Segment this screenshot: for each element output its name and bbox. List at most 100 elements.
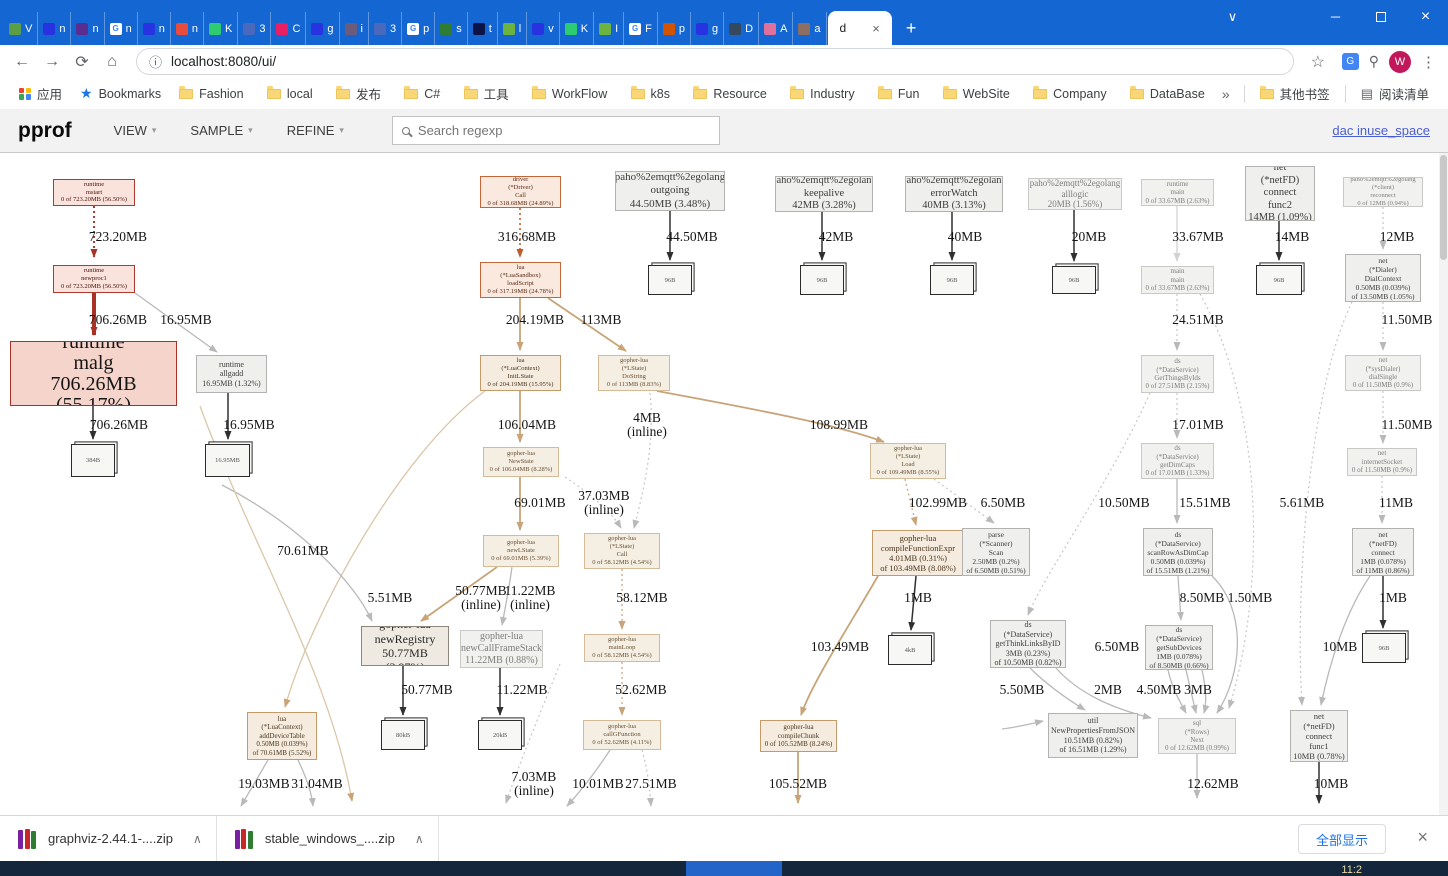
- graph-node-driver-call[interactable]: driver(*Driver)Call0 of 318.68MB (24.89%…: [480, 176, 561, 208]
- reading-list[interactable]: ▤ 阅读清单: [1352, 80, 1438, 107]
- graph-node-ds-getthingsbyids[interactable]: ds(*DataService)GetThingsByIds0 of 27.51…: [1141, 355, 1214, 393]
- graph-node-net-dialcontext[interactable]: net(*Dialer)DialContext0.50MB (0.039%)of…: [1345, 254, 1421, 302]
- graph-node-ds-scanrowasdimcap[interactable]: ds(*DataService)scanRowAsDimCap0.50MB (0…: [1143, 528, 1213, 576]
- browser-tab[interactable]: I: [594, 12, 624, 45]
- graph-node-lua-initlstate[interactable]: lua(*LuaContext)InitLState0 of 204.19MB …: [480, 355, 561, 391]
- graph-node-gopher-dostring[interactable]: gopher-lua(*LState)DoString0 of 113MB (8…: [598, 355, 670, 391]
- active-tab[interactable]: d ×: [828, 11, 892, 45]
- download-item[interactable]: graphviz-2.44.1-....zip∧: [0, 816, 217, 861]
- bookmark-folder[interactable]: Industry: [781, 83, 863, 105]
- bookmark-folder[interactable]: 发布: [327, 80, 390, 107]
- download-chevron-icon[interactable]: ∧: [415, 832, 424, 846]
- graph-node-paho-alllogic[interactable]: paho%2emqtt%2egolangalllogic20MB (1.56%): [1028, 178, 1122, 210]
- new-tab-button[interactable]: +: [906, 19, 917, 37]
- graph-node-runtime-newproc1[interactable]: runtimenewproc10 of 723.20MB (56.50%): [53, 265, 135, 293]
- home-button[interactable]: ⌂: [98, 48, 126, 76]
- graph-node-gopher-newstate[interactable]: gopher-luaNewState0 of 106.04MB (8.28%): [483, 447, 559, 477]
- windows-taskbar[interactable]: 11:2: [0, 861, 1448, 876]
- browser-tab[interactable]: n: [71, 12, 104, 45]
- download-item[interactable]: stable_windows_....zip∧: [217, 816, 439, 861]
- graph-node-sql-rows-next[interactable]: sql(*Rows)Next0 of 12.62MB (0.99%): [1158, 718, 1236, 754]
- browser-tab[interactable]: g: [691, 12, 724, 45]
- graph-sink-node[interactable]: 96B: [930, 265, 974, 295]
- graph-node-gopher-lstate-call[interactable]: gopher-lua(*LState)Call0 of 58.12MB (4.5…: [584, 533, 660, 569]
- graph-node-runtime-allgadd[interactable]: runtimeallgadd16.95MB (1.32%): [196, 355, 267, 393]
- scrollbar-thumb[interactable]: [1440, 155, 1447, 260]
- graph-node-runtime-malg[interactable]: runtimemalg706.26MB (55.17%): [10, 341, 177, 406]
- browser-tab[interactable]: t: [468, 12, 498, 45]
- bookmarks-shortcut[interactable]: ★ Bookmarks: [71, 81, 170, 106]
- reload-button[interactable]: ⟳: [68, 48, 96, 76]
- bookmark-folder[interactable]: 工具: [455, 80, 518, 107]
- forward-button[interactable]: →: [38, 48, 66, 76]
- browser-tab[interactable]: n: [138, 12, 171, 45]
- bookmark-folder[interactable]: k8s: [622, 83, 679, 105]
- browser-tab[interactable]: i: [340, 12, 369, 45]
- graph-node-runtime-main[interactable]: runtimemain0 of 33.67MB (2.63%): [1141, 179, 1214, 206]
- graph-node-paho-errorwatch[interactable]: paho%2emqtt%2egolangerrorWatch40MB (3.13…: [905, 176, 1003, 212]
- graph-node-net-netfd-connect[interactable]: net(*netFD)connect1MB (0.078%)of 11MB (0…: [1352, 528, 1414, 576]
- bookmark-folder[interactable]: Fun: [869, 83, 929, 105]
- browser-tab[interactable]: p: [658, 12, 691, 45]
- bookmark-folder[interactable]: WorkFlow: [523, 83, 616, 105]
- browser-tab[interactable]: n: [38, 12, 71, 45]
- graph-sink-node[interactable]: 96B: [648, 265, 692, 295]
- graph-sink-node[interactable]: 384B: [71, 444, 115, 477]
- browser-tab[interactable]: K: [560, 12, 594, 45]
- bookmark-folder[interactable]: Company: [1024, 83, 1116, 105]
- graph-node-paho-outgoing[interactable]: paho%2emqtt%2egolangoutgoing44.50MB (3.4…: [615, 171, 725, 211]
- browser-tab[interactable]: l: [498, 12, 527, 45]
- other-bookmarks[interactable]: 其他书签: [1251, 80, 1339, 107]
- bookmark-folder[interactable]: C#: [395, 83, 449, 105]
- graph-node-main-main[interactable]: mainmain0 of 33.67MB (2.63%): [1141, 266, 1214, 294]
- browser-tab[interactable]: n: [171, 12, 204, 45]
- translate-icon[interactable]: G: [1342, 53, 1359, 70]
- menu-refine[interactable]: REFINE▾: [287, 123, 344, 138]
- page-scrollbar[interactable]: [1439, 153, 1448, 815]
- browser-tab[interactable]: g: [306, 12, 339, 45]
- apps-shortcut[interactable]: 应用: [10, 80, 71, 107]
- graph-node-net-connect-func2[interactable]: net(*netFD)connectfunc214MB (1.09%): [1245, 166, 1315, 221]
- close-download-bar-icon[interactable]: ×: [1417, 828, 1428, 846]
- graph-node-net-connect-func1[interactable]: net(*netFD)connectfunc110MB (0.78%): [1290, 710, 1348, 762]
- graph-node-gopher-mainloop[interactable]: gopher-luamainLoop0 of 58.12MB (4.54%): [584, 634, 660, 662]
- profile-name-link[interactable]: dac inuse_space: [1332, 123, 1430, 138]
- browser-tab[interactable]: Gn: [105, 12, 138, 45]
- graph-sink-node[interactable]: 96B: [800, 265, 844, 295]
- graph-node-net-internetsocket[interactable]: netinternetSocket0 of 11.50MB (0.9%): [1347, 448, 1417, 476]
- browser-tab[interactable]: 3: [369, 12, 402, 45]
- browser-tab[interactable]: Gp: [402, 12, 435, 45]
- show-all-downloads-button[interactable]: 全部显示: [1298, 824, 1386, 854]
- browser-tab[interactable]: s: [435, 12, 468, 45]
- graph-node-util-newpropertiesfromjson[interactable]: utilNewPropertiesFromJSON10.51MB (0.82%)…: [1048, 713, 1138, 758]
- extensions-icon[interactable]: ⚲: [1369, 53, 1379, 70]
- back-button[interactable]: ←: [8, 48, 36, 76]
- menu-sample[interactable]: SAMPLE▾: [190, 123, 252, 138]
- graph-sink-node[interactable]: 16.95MB: [205, 444, 250, 477]
- close-window-button[interactable]: ×: [1403, 0, 1448, 33]
- browser-tab[interactable]: a: [793, 12, 826, 45]
- graph-node-ds-getdimcaps[interactable]: ds(*DataService)getDimCaps0 of 17.01MB (…: [1141, 443, 1214, 479]
- browser-tab[interactable]: GF: [624, 12, 658, 45]
- graph-node-paho-reconnect[interactable]: paho%2emqtt%2egolang(*client)reconnect0 …: [1343, 177, 1423, 207]
- bookmark-folder[interactable]: Resource: [684, 83, 776, 105]
- graph-node-lua-adddevicetable[interactable]: lua(*LuaContext)addDeviceTable0.50MB (0.…: [247, 712, 317, 760]
- graph-node-gopher-compilefunctionexpr[interactable]: gopher-luacompileFunctionExpr4.01MB (0.3…: [872, 530, 964, 576]
- browser-tab[interactable]: 3: [238, 12, 271, 45]
- bookmarks-overflow-chevron[interactable]: »: [1214, 86, 1238, 102]
- search-input[interactable]: [418, 123, 710, 138]
- bookmark-folder[interactable]: local: [258, 83, 322, 105]
- browser-tab[interactable]: D: [724, 12, 759, 45]
- graph-sink-node[interactable]: 96B: [1362, 633, 1406, 663]
- graph-node-ds-getsubdevices[interactable]: ds(*DataService)getSubDevices1MB (0.078%…: [1145, 625, 1213, 670]
- close-tab-icon[interactable]: ×: [872, 21, 880, 36]
- bookmark-star-icon[interactable]: ☆: [1304, 48, 1332, 76]
- graph-node-gopher-callgfunction[interactable]: gopher-luacallGFunction0 of 52.62MB (4.1…: [583, 720, 661, 750]
- menu-view[interactable]: VIEW▾: [114, 123, 157, 138]
- bookmark-folder[interactable]: WebSite: [934, 83, 1019, 105]
- graph-node-lua-loadscript[interactable]: lua(*LuaSandbox)loadScript0 of 317.19MB …: [480, 262, 561, 298]
- bookmark-folder[interactable]: DataBase: [1121, 83, 1214, 105]
- graph-node-ds-getthinklinksbyid[interactable]: ds(*DataService)getThinkLinksByID3MB (0.…: [990, 620, 1066, 668]
- graph-sink-node[interactable]: 80kB: [381, 720, 425, 750]
- graph-node-paho-keepalive[interactable]: paho%2emqtt%2egolangkeepalive42MB (3.28%…: [775, 176, 873, 212]
